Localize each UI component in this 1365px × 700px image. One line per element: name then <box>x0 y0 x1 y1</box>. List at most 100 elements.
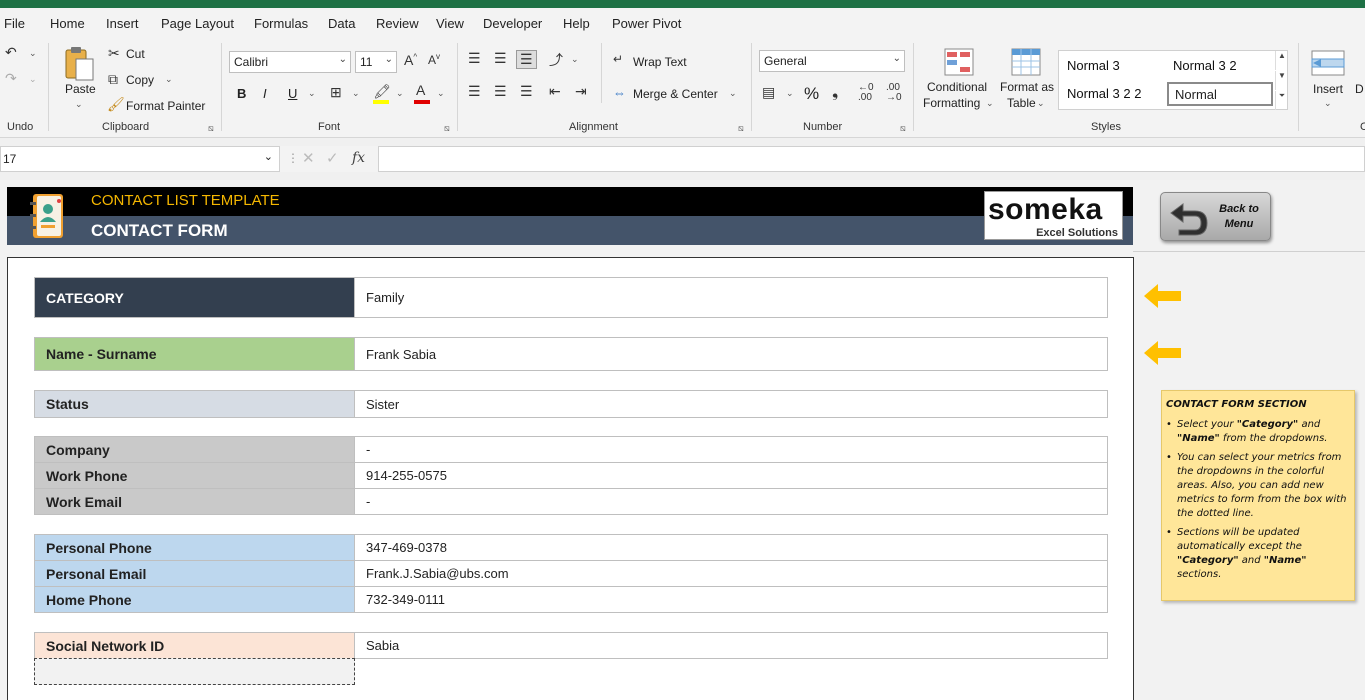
borders-dropdown-icon[interactable]: ⌄ <box>352 88 360 99</box>
company-label[interactable]: Company <box>34 436 355 463</box>
number-format-select[interactable]: General ⌄ <box>759 50 905 72</box>
cut-button[interactable]: Cut <box>126 47 145 61</box>
personal-email-value: Frank.J.Sabia@ubs.com <box>354 560 1108 587</box>
accounting-dropdown-icon[interactable]: ⌄ <box>786 88 794 99</box>
work-phone-label[interactable]: Work Phone <box>34 462 355 489</box>
copy-dropdown-icon[interactable]: ⌄ <box>165 74 173 85</box>
align-bottom-icon[interactable]: ☰ <box>516 50 537 69</box>
increase-decimal-icon[interactable]: ←0.00 <box>858 83 874 103</box>
gallery-down-icon[interactable]: ▼ <box>1275 71 1288 90</box>
tab-page-layout[interactable]: Page Layout <box>161 16 234 31</box>
format-as-table-button[interactable]: Format as Table ⌄ <box>997 46 1055 116</box>
home-phone-label[interactable]: Home Phone <box>34 586 355 613</box>
name-dropdown[interactable]: Frank Sabia <box>354 337 1108 371</box>
tab-review[interactable]: Review <box>376 16 419 31</box>
format-as-table-icon <box>1011 48 1041 76</box>
orientation-icon[interactable]: ⤴ <box>549 50 563 70</box>
paste-icon <box>65 47 94 81</box>
underline-button[interactable]: U <box>288 86 297 101</box>
redo-dropdown-icon[interactable]: ⌄ <box>29 74 37 85</box>
fill-color-swatch <box>373 100 389 104</box>
tab-data[interactable]: Data <box>328 16 355 31</box>
name-box[interactable]: 17 ⌄ <box>0 146 280 172</box>
tab-formulas[interactable]: Formulas <box>254 16 308 31</box>
fill-color-icon[interactable]: 🖍 <box>373 83 391 100</box>
tab-power-pivot[interactable]: Power Pivot <box>612 16 681 31</box>
align-center-icon[interactable]: ☰ <box>494 83 507 100</box>
formula-input[interactable] <box>378 146 1365 172</box>
merge-center-button[interactable]: Merge & Center <box>633 87 718 101</box>
insert-button[interactable]: Insert ⌄ <box>1306 46 1350 116</box>
font-color-swatch <box>414 100 430 104</box>
status-label[interactable]: Status <box>34 390 355 418</box>
align-top-icon[interactable]: ☰ <box>468 50 481 67</box>
tab-help[interactable]: Help <box>563 16 590 31</box>
style-normal-3[interactable]: Normal 3 <box>1067 58 1120 73</box>
gallery-up-icon[interactable]: ▲ <box>1275 51 1288 70</box>
align-right-icon[interactable]: ☰ <box>520 83 533 100</box>
tab-home[interactable]: Home <box>50 16 85 31</box>
accounting-format-icon[interactable]: ▤ <box>762 84 775 101</box>
number-launcher-icon[interactable]: ⧅ <box>900 123 906 134</box>
font-launcher-icon[interactable]: ⧅ <box>444 123 450 134</box>
confirm-entry-icon[interactable]: ✓ <box>326 149 339 167</box>
work-email-label[interactable]: Work Email <box>34 488 355 515</box>
font-size-select[interactable]: 11 ⌄ <box>355 51 397 73</box>
social-network-label[interactable]: Social Network ID <box>34 632 355 659</box>
style-normal-3-2-2[interactable]: Normal 3 2 2 <box>1067 86 1141 101</box>
note-bullet-3: Sections will be updated automatically e… <box>1166 526 1350 582</box>
tab-view[interactable]: View <box>436 16 464 31</box>
font-name-select[interactable]: Calibri ⌄ <box>229 51 351 73</box>
undo-dropdown-icon[interactable]: ⌄ <box>29 48 37 59</box>
alignment-launcher-icon[interactable]: ⧅ <box>738 123 744 134</box>
drag-handle-icon[interactable]: ⋮ <box>287 151 299 165</box>
align-left-icon[interactable]: ☰ <box>468 83 481 100</box>
insert-function-icon[interactable]: fx <box>352 150 365 166</box>
format-painter-icon: 🖌 <box>107 96 125 112</box>
decrease-indent-icon[interactable]: ⇤ <box>549 83 561 100</box>
delete-label-partial[interactable]: D <box>1355 82 1364 96</box>
personal-email-label[interactable]: Personal Email <box>34 560 355 587</box>
back-to-menu-button[interactable]: Back to Menu <box>1160 192 1271 241</box>
decrease-font-icon[interactable]: Av <box>428 52 440 67</box>
personal-phone-label[interactable]: Personal Phone <box>34 534 355 561</box>
gallery-more-icon[interactable]: ⏷ <box>1275 91 1288 110</box>
chevron-down-icon: ⌄ <box>1037 98 1045 108</box>
merge-center-icon: ⇔ <box>613 85 626 100</box>
conditional-formatting-button[interactable]: Conditional Formatting ⌄ <box>920 46 994 116</box>
paste-button[interactable]: Paste ⌄ <box>60 44 98 114</box>
increase-font-icon[interactable]: A^ <box>404 52 417 68</box>
category-dropdown[interactable]: Family <box>354 277 1108 318</box>
number-format-value: General <box>764 54 807 68</box>
tab-file[interactable]: File <box>4 16 25 31</box>
fill-color-dropdown-icon[interactable]: ⌄ <box>396 88 404 99</box>
merge-dropdown-icon[interactable]: ⌄ <box>729 88 737 99</box>
font-color-dropdown-icon[interactable]: ⌄ <box>437 88 445 99</box>
italic-button[interactable]: I <box>263 86 267 101</box>
comma-style-icon[interactable]: ❟ <box>832 84 838 102</box>
insert-label: Insert <box>1313 82 1344 96</box>
decrease-decimal-icon[interactable]: .00 →0 <box>886 83 902 103</box>
undo-icon[interactable]: ↶ <box>5 44 17 61</box>
back-line-1: Back to <box>1219 203 1259 215</box>
style-normal-3-2[interactable]: Normal 3 2 <box>1173 58 1237 73</box>
style-normal[interactable]: Normal <box>1167 82 1273 106</box>
cancel-entry-icon[interactable]: ✕ <box>302 149 315 167</box>
clipboard-launcher-icon[interactable]: ⧅ <box>208 123 214 134</box>
increase-indent-icon[interactable]: ⇥ <box>575 83 587 100</box>
bold-button[interactable]: B <box>237 86 246 101</box>
copy-button[interactable]: Copy <box>126 73 154 87</box>
tab-developer[interactable]: Developer <box>483 16 542 31</box>
percent-button[interactable]: % <box>804 84 819 104</box>
add-metric-box[interactable] <box>34 658 355 685</box>
font-color-icon[interactable]: A <box>416 82 425 98</box>
underline-dropdown-icon[interactable]: ⌄ <box>308 88 316 99</box>
borders-icon[interactable]: ⊞ <box>330 84 342 101</box>
align-middle-icon[interactable]: ☰ <box>494 50 507 67</box>
wrap-text-button[interactable]: Wrap Text <box>633 55 687 69</box>
format-painter-button[interactable]: Format Painter <box>126 99 205 113</box>
orientation-dropdown-icon[interactable]: ⌄ <box>571 54 579 65</box>
note-text: sections. <box>1177 569 1222 580</box>
tab-insert[interactable]: Insert <box>106 16 139 31</box>
redo-icon[interactable]: ↷ <box>5 70 17 87</box>
